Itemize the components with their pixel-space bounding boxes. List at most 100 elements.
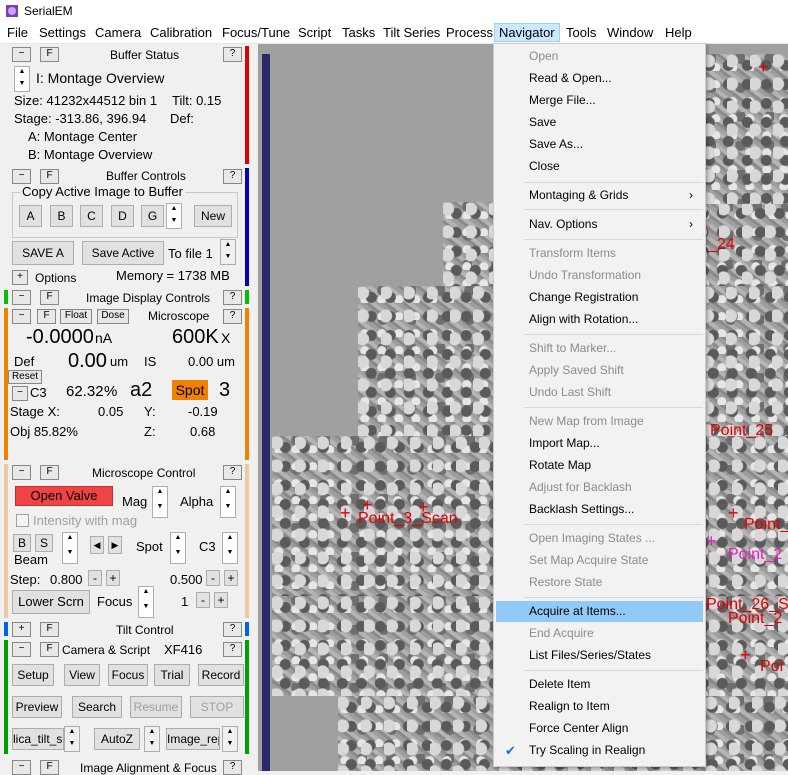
help-button[interactable]: ? — [223, 465, 242, 480]
autoz-button[interactable]: AutoZ — [94, 728, 140, 750]
menu-item-open[interactable]: Open — [496, 46, 703, 67]
focus-minus-button[interactable]: - — [196, 592, 210, 608]
menu-window[interactable]: Window — [607, 24, 653, 41]
focus-plus-button[interactable]: + — [214, 592, 228, 608]
help-button[interactable]: ? — [223, 47, 242, 62]
menu-item-adjust-for-backlash[interactable]: Adjust for Backlash — [496, 477, 703, 498]
beam-right-button[interactable]: ▶ — [108, 536, 122, 554]
menu-navigator[interactable]: Navigator — [494, 23, 560, 42]
record-button[interactable]: Record — [198, 664, 244, 686]
menu-item-rotate-map[interactable]: Rotate Map — [496, 455, 703, 476]
menu-help[interactable]: Help — [665, 24, 692, 41]
menu-item-restore-state[interactable]: Restore State — [496, 572, 703, 593]
help-button[interactable]: ? — [223, 290, 242, 305]
nav-point-label[interactable]: Point_25 — [710, 422, 773, 440]
menu-settings[interactable]: Settings — [39, 24, 86, 41]
menu-focus-tune[interactable]: Focus/Tune — [222, 24, 290, 41]
float-button[interactable]: F — [40, 465, 59, 480]
step2-plus-button[interactable]: + — [224, 570, 238, 586]
nav-marker[interactable]: + — [728, 504, 739, 522]
float-button[interactable]: F — [40, 169, 59, 184]
menu-item-new-map-from-image[interactable]: New Map from Image — [496, 411, 703, 432]
help-button[interactable]: ? — [223, 760, 242, 775]
collapse-button[interactable]: − — [12, 465, 31, 480]
beam-s-button[interactable]: S — [35, 534, 53, 552]
float-button[interactable]: F — [40, 760, 59, 775]
nav-point-label[interactable]: Point_2 — [728, 610, 782, 628]
menu-camera[interactable]: Camera — [95, 24, 141, 41]
step-plus-button[interactable]: + — [106, 570, 120, 586]
collapse-button[interactable]: − — [12, 760, 31, 775]
nav-point-label[interactable]: Point_2 — [744, 516, 788, 534]
focus-button[interactable]: Focus — [108, 664, 148, 686]
step-minus-button[interactable]: - — [88, 570, 102, 586]
menu-item-transform-items[interactable]: Transform Items — [496, 243, 703, 264]
buffer-spinner[interactable]: ▲ ▼ — [14, 66, 30, 92]
to-file-spinner[interactable]: ▲ ▼ — [220, 239, 236, 265]
menu-item-apply-saved-shift[interactable]: Apply Saved Shift — [496, 360, 703, 381]
menu-process[interactable]: Process — [446, 24, 493, 41]
alpha-spinner[interactable]: ▲ ▼ — [220, 486, 236, 518]
resume-button[interactable]: Resume — [130, 696, 182, 718]
menu-item-open-imaging-states[interactable]: Open Imaging States ... — [496, 528, 703, 549]
float-button[interactable]: F — [40, 642, 59, 657]
nav-marker[interactable]: + — [740, 646, 751, 664]
menu-item-save-as[interactable]: Save As... — [496, 134, 703, 155]
options-expand-button[interactable]: + — [12, 270, 28, 285]
save-active-button[interactable]: Save Active — [82, 241, 164, 265]
script-tilt-series-button[interactable]: lica_tilt_ser — [12, 728, 64, 750]
menu-item-acquire-at-items[interactable]: Acquire at Items... — [496, 601, 703, 622]
nav-point-label[interactable]: _24 — [708, 236, 735, 254]
script1-spinner[interactable]: ▲ ▼ — [64, 726, 80, 752]
script3-spinner[interactable]: ▲ ▼ — [222, 726, 238, 752]
menu-script[interactable]: Script — [298, 24, 331, 41]
expand-button[interactable]: + — [12, 622, 31, 637]
collapse-button[interactable]: − — [12, 309, 31, 324]
mag-spinner[interactable]: ▲ ▼ — [152, 486, 168, 518]
beam-spinner[interactable]: ▲ ▼ — [62, 532, 78, 564]
dose-button[interactable]: Dose — [97, 309, 129, 324]
collapse-button[interactable]: − — [12, 290, 31, 305]
spot-spinner[interactable]: ▲ ▼ — [170, 532, 186, 564]
nav-point-label[interactable]: Poi — [760, 658, 783, 676]
float-button[interactable]: F — [40, 622, 59, 637]
menu-item-undo-transformation[interactable]: Undo Transformation — [496, 265, 703, 286]
copy-d-button[interactable]: D — [111, 205, 134, 227]
nav-marker[interactable]: + — [758, 58, 769, 76]
help-button[interactable]: ? — [223, 622, 242, 637]
new-buffer-button[interactable]: New — [194, 205, 232, 227]
copy-b-button[interactable]: B — [50, 205, 73, 227]
menu-item-list-files[interactable]: List Files/Series/States — [496, 645, 703, 666]
help-button[interactable]: ? — [223, 169, 242, 184]
menu-tasks[interactable]: Tasks — [342, 24, 375, 41]
intensity-checkbox[interactable] — [16, 514, 29, 527]
menu-item-read-open[interactable]: Read & Open... — [496, 68, 703, 89]
beam-b-button[interactable]: B — [13, 534, 31, 552]
c3-spinner[interactable]: ▲ ▼ — [222, 532, 238, 564]
menu-item-close[interactable]: Close — [496, 156, 703, 177]
nav-marker[interactable]: + — [340, 504, 351, 522]
reset-defocus-button[interactable]: Reset — [8, 370, 42, 384]
menu-item-montaging-grids[interactable]: Montaging & Grids › — [496, 185, 703, 206]
copy-a-button[interactable]: A — [19, 205, 42, 227]
menu-item-nav-options[interactable]: Nav. Options › — [496, 214, 703, 235]
nav-marker[interactable]: + — [706, 532, 717, 550]
float-button[interactable]: F — [40, 290, 59, 305]
trial-button[interactable]: Trial — [154, 664, 190, 686]
lower-screen-button[interactable]: Lower Scrn — [12, 590, 90, 614]
menu-tilt-series[interactable]: Tilt Series — [383, 24, 440, 41]
menu-item-undo-last-shift[interactable]: Undo Last Shift — [496, 382, 703, 403]
open-valve-button[interactable]: Open Valve — [15, 486, 113, 506]
nav-point-label[interactable]: Point_2 — [728, 546, 782, 564]
collapse-button[interactable]: − — [12, 642, 31, 657]
script2-spinner[interactable]: ▲ ▼ — [144, 726, 160, 752]
menu-calibration[interactable]: Calibration — [150, 24, 212, 41]
menu-item-try-scaling-in-realign[interactable]: ✔ Try Scaling in Realign — [496, 740, 703, 761]
save-a-button[interactable]: SAVE A — [12, 241, 74, 265]
menu-item-end-acquire[interactable]: End Acquire — [496, 623, 703, 644]
script-image-rep-button[interactable]: Image_rep — [166, 728, 220, 750]
float-toggle-button[interactable]: Float — [60, 309, 92, 324]
menu-item-change-registration[interactable]: Change Registration — [496, 287, 703, 308]
menu-item-shift-to-marker[interactable]: Shift to Marker... — [496, 338, 703, 359]
help-button[interactable]: ? — [223, 309, 242, 324]
